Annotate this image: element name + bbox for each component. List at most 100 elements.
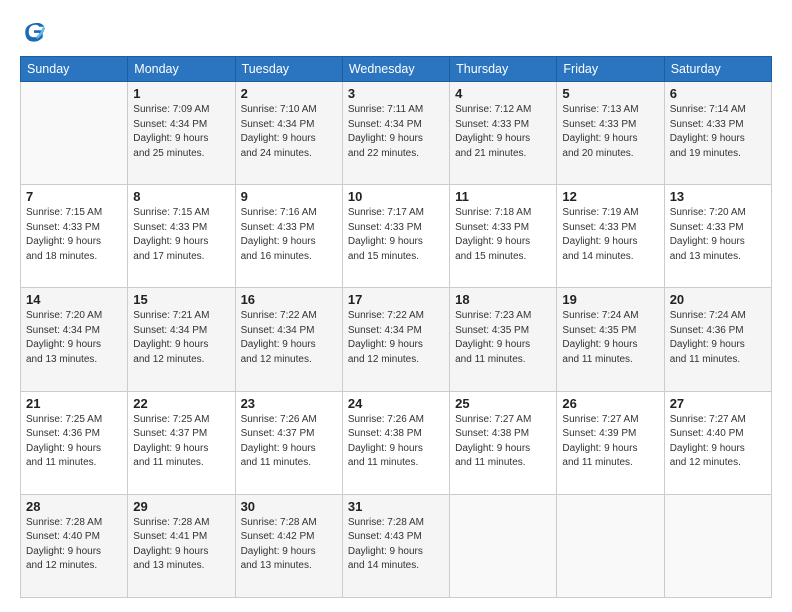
day-number: 7 bbox=[26, 189, 122, 204]
day-number: 16 bbox=[241, 292, 337, 307]
calendar-week-row: 1Sunrise: 7:09 AM Sunset: 4:34 PM Daylig… bbox=[21, 82, 772, 185]
calendar-day-cell: 19 Sunrise: 7:24 AM Sunset: 4:35 PM Dayli… bbox=[557, 288, 664, 391]
calendar-day-cell: 18 Sunrise: 7:23 AM Sunset: 4:35 PM Dayli… bbox=[450, 288, 557, 391]
day-number: 11 bbox=[455, 189, 551, 204]
day-number: 21 bbox=[26, 396, 122, 411]
calendar-week-row: 14 Sunrise: 7:20 AM Sunset: 4:34 PM Dayli… bbox=[21, 288, 772, 391]
logo-icon bbox=[20, 18, 48, 46]
calendar-day-cell: 11 Sunrise: 7:18 AM Sunset: 4:33 PM Dayli… bbox=[450, 185, 557, 288]
calendar-day-header: Sunday bbox=[21, 57, 128, 82]
day-info: Sunrise: 7:28 AM Sunset: 4:41 PM Dayligh… bbox=[133, 516, 229, 574]
calendar-day-cell: 22 Sunrise: 7:25 AM Sunset: 4:37 PM Dayli… bbox=[128, 391, 235, 494]
calendar-day-cell: 5Sunrise: 7:13 AM Sunset: 4:33 PM Daylig… bbox=[557, 82, 664, 185]
calendar-day-cell: 24Sunrise: 7:26 AM Sunset: 4:38 PM Dayli… bbox=[342, 391, 449, 494]
day-number: 20 bbox=[670, 292, 766, 307]
day-number: 23 bbox=[241, 396, 337, 411]
day-number: 13 bbox=[670, 189, 766, 204]
calendar-day-cell: 13 Sunrise: 7:20 AM Sunset: 4:33 PM Dayli… bbox=[664, 185, 771, 288]
day-number: 17 bbox=[348, 292, 444, 307]
day-number: 31 bbox=[348, 499, 444, 514]
day-number: 19 bbox=[562, 292, 658, 307]
day-info: Sunrise: 7:17 AM Sunset: 4:33 PM Dayligh… bbox=[348, 206, 444, 264]
day-number: 15 bbox=[133, 292, 229, 307]
day-info: Sunrise: 7:10 AM Sunset: 4:34 PM Dayligh… bbox=[241, 103, 337, 161]
day-info: Sunrise: 7:28 AM Sunset: 4:43 PM Dayligh… bbox=[348, 516, 444, 574]
calendar-day-cell: 14 Sunrise: 7:20 AM Sunset: 4:34 PM Dayli… bbox=[21, 288, 128, 391]
calendar-day-header: Monday bbox=[128, 57, 235, 82]
calendar-day-cell: 28 Sunrise: 7:28 AM Sunset: 4:40 PM Dayli… bbox=[21, 494, 128, 597]
calendar-day-cell: 9 Sunrise: 7:16 AM Sunset: 4:33 PM Daylig… bbox=[235, 185, 342, 288]
day-info: Sunrise: 7:19 AM Sunset: 4:33 PM Dayligh… bbox=[562, 206, 658, 264]
calendar-day-cell: 23 Sunrise: 7:26 AM Sunset: 4:37 PM Dayli… bbox=[235, 391, 342, 494]
day-number: 4 bbox=[455, 86, 551, 101]
day-info: Sunrise: 7:25 AM Sunset: 4:36 PM Dayligh… bbox=[26, 413, 122, 471]
day-info: Sunrise: 7:24 AM Sunset: 4:35 PM Dayligh… bbox=[562, 309, 658, 367]
page: SundayMondayTuesdayWednesdayThursdayFrid… bbox=[0, 0, 792, 612]
calendar-day-cell: 27 Sunrise: 7:27 AM Sunset: 4:40 PM Dayli… bbox=[664, 391, 771, 494]
day-number: 14 bbox=[26, 292, 122, 307]
calendar-day-cell: 17 Sunrise: 7:22 AM Sunset: 4:34 PM Dayli… bbox=[342, 288, 449, 391]
calendar-day-cell: 7 Sunrise: 7:15 AM Sunset: 4:33 PM Daylig… bbox=[21, 185, 128, 288]
day-info: Sunrise: 7:24 AM Sunset: 4:36 PM Dayligh… bbox=[670, 309, 766, 367]
calendar-day-cell: 30Sunrise: 7:28 AM Sunset: 4:42 PM Dayli… bbox=[235, 494, 342, 597]
calendar-day-cell: 21 Sunrise: 7:25 AM Sunset: 4:36 PM Dayli… bbox=[21, 391, 128, 494]
day-info: Sunrise: 7:09 AM Sunset: 4:34 PM Dayligh… bbox=[133, 103, 229, 161]
calendar-day-cell bbox=[664, 494, 771, 597]
day-number: 12 bbox=[562, 189, 658, 204]
header bbox=[20, 18, 772, 46]
day-number: 24 bbox=[348, 396, 444, 411]
day-number: 25 bbox=[455, 396, 551, 411]
calendar-day-cell: 10 Sunrise: 7:17 AM Sunset: 4:33 PM Dayli… bbox=[342, 185, 449, 288]
calendar-week-row: 28 Sunrise: 7:28 AM Sunset: 4:40 PM Dayli… bbox=[21, 494, 772, 597]
calendar-header-row: SundayMondayTuesdayWednesdayThursdayFrid… bbox=[21, 57, 772, 82]
day-number: 18 bbox=[455, 292, 551, 307]
calendar-day-cell: 8 Sunrise: 7:15 AM Sunset: 4:33 PM Daylig… bbox=[128, 185, 235, 288]
calendar-day-cell: 25 Sunrise: 7:27 AM Sunset: 4:38 PM Dayli… bbox=[450, 391, 557, 494]
calendar-day-cell: 16 Sunrise: 7:22 AM Sunset: 4:34 PM Dayli… bbox=[235, 288, 342, 391]
day-number: 9 bbox=[241, 189, 337, 204]
day-number: 22 bbox=[133, 396, 229, 411]
day-info: Sunrise: 7:22 AM Sunset: 4:34 PM Dayligh… bbox=[348, 309, 444, 367]
calendar-day-cell: 12 Sunrise: 7:19 AM Sunset: 4:33 PM Dayli… bbox=[557, 185, 664, 288]
day-info: Sunrise: 7:15 AM Sunset: 4:33 PM Dayligh… bbox=[133, 206, 229, 264]
day-info: Sunrise: 7:15 AM Sunset: 4:33 PM Dayligh… bbox=[26, 206, 122, 264]
day-number: 10 bbox=[348, 189, 444, 204]
day-info: Sunrise: 7:27 AM Sunset: 4:40 PM Dayligh… bbox=[670, 413, 766, 471]
calendar-day-cell bbox=[450, 494, 557, 597]
calendar-day-cell: 29Sunrise: 7:28 AM Sunset: 4:41 PM Dayli… bbox=[128, 494, 235, 597]
calendar-day-cell: 6Sunrise: 7:14 AM Sunset: 4:33 PM Daylig… bbox=[664, 82, 771, 185]
calendar-day-header: Wednesday bbox=[342, 57, 449, 82]
day-number: 3 bbox=[348, 86, 444, 101]
day-info: Sunrise: 7:22 AM Sunset: 4:34 PM Dayligh… bbox=[241, 309, 337, 367]
calendar-day-header: Friday bbox=[557, 57, 664, 82]
calendar-day-cell: 15 Sunrise: 7:21 AM Sunset: 4:34 PM Dayli… bbox=[128, 288, 235, 391]
day-number: 27 bbox=[670, 396, 766, 411]
day-info: Sunrise: 7:23 AM Sunset: 4:35 PM Dayligh… bbox=[455, 309, 551, 367]
calendar-week-row: 21 Sunrise: 7:25 AM Sunset: 4:36 PM Dayli… bbox=[21, 391, 772, 494]
day-info: Sunrise: 7:16 AM Sunset: 4:33 PM Dayligh… bbox=[241, 206, 337, 264]
day-info: Sunrise: 7:11 AM Sunset: 4:34 PM Dayligh… bbox=[348, 103, 444, 161]
day-info: Sunrise: 7:25 AM Sunset: 4:37 PM Dayligh… bbox=[133, 413, 229, 471]
day-number: 5 bbox=[562, 86, 658, 101]
calendar-day-cell: 31 Sunrise: 7:28 AM Sunset: 4:43 PM Dayli… bbox=[342, 494, 449, 597]
day-number: 8 bbox=[133, 189, 229, 204]
calendar-day-cell: 1Sunrise: 7:09 AM Sunset: 4:34 PM Daylig… bbox=[128, 82, 235, 185]
day-info: Sunrise: 7:18 AM Sunset: 4:33 PM Dayligh… bbox=[455, 206, 551, 264]
day-info: Sunrise: 7:21 AM Sunset: 4:34 PM Dayligh… bbox=[133, 309, 229, 367]
calendar-day-cell: 20 Sunrise: 7:24 AM Sunset: 4:36 PM Dayli… bbox=[664, 288, 771, 391]
calendar-day-cell: 26Sunrise: 7:27 AM Sunset: 4:39 PM Dayli… bbox=[557, 391, 664, 494]
calendar-day-cell: 2Sunrise: 7:10 AM Sunset: 4:34 PM Daylig… bbox=[235, 82, 342, 185]
day-info: Sunrise: 7:20 AM Sunset: 4:34 PM Dayligh… bbox=[26, 309, 122, 367]
calendar-day-header: Tuesday bbox=[235, 57, 342, 82]
day-number: 30 bbox=[241, 499, 337, 514]
day-info: Sunrise: 7:28 AM Sunset: 4:40 PM Dayligh… bbox=[26, 516, 122, 574]
day-number: 28 bbox=[26, 499, 122, 514]
calendar-day-cell: 4 Sunrise: 7:12 AM Sunset: 4:33 PM Daylig… bbox=[450, 82, 557, 185]
day-info: Sunrise: 7:20 AM Sunset: 4:33 PM Dayligh… bbox=[670, 206, 766, 264]
calendar-day-header: Saturday bbox=[664, 57, 771, 82]
calendar-day-cell bbox=[557, 494, 664, 597]
day-info: Sunrise: 7:26 AM Sunset: 4:37 PM Dayligh… bbox=[241, 413, 337, 471]
day-info: Sunrise: 7:12 AM Sunset: 4:33 PM Dayligh… bbox=[455, 103, 551, 161]
calendar-week-row: 7 Sunrise: 7:15 AM Sunset: 4:33 PM Daylig… bbox=[21, 185, 772, 288]
day-info: Sunrise: 7:27 AM Sunset: 4:38 PM Dayligh… bbox=[455, 413, 551, 471]
